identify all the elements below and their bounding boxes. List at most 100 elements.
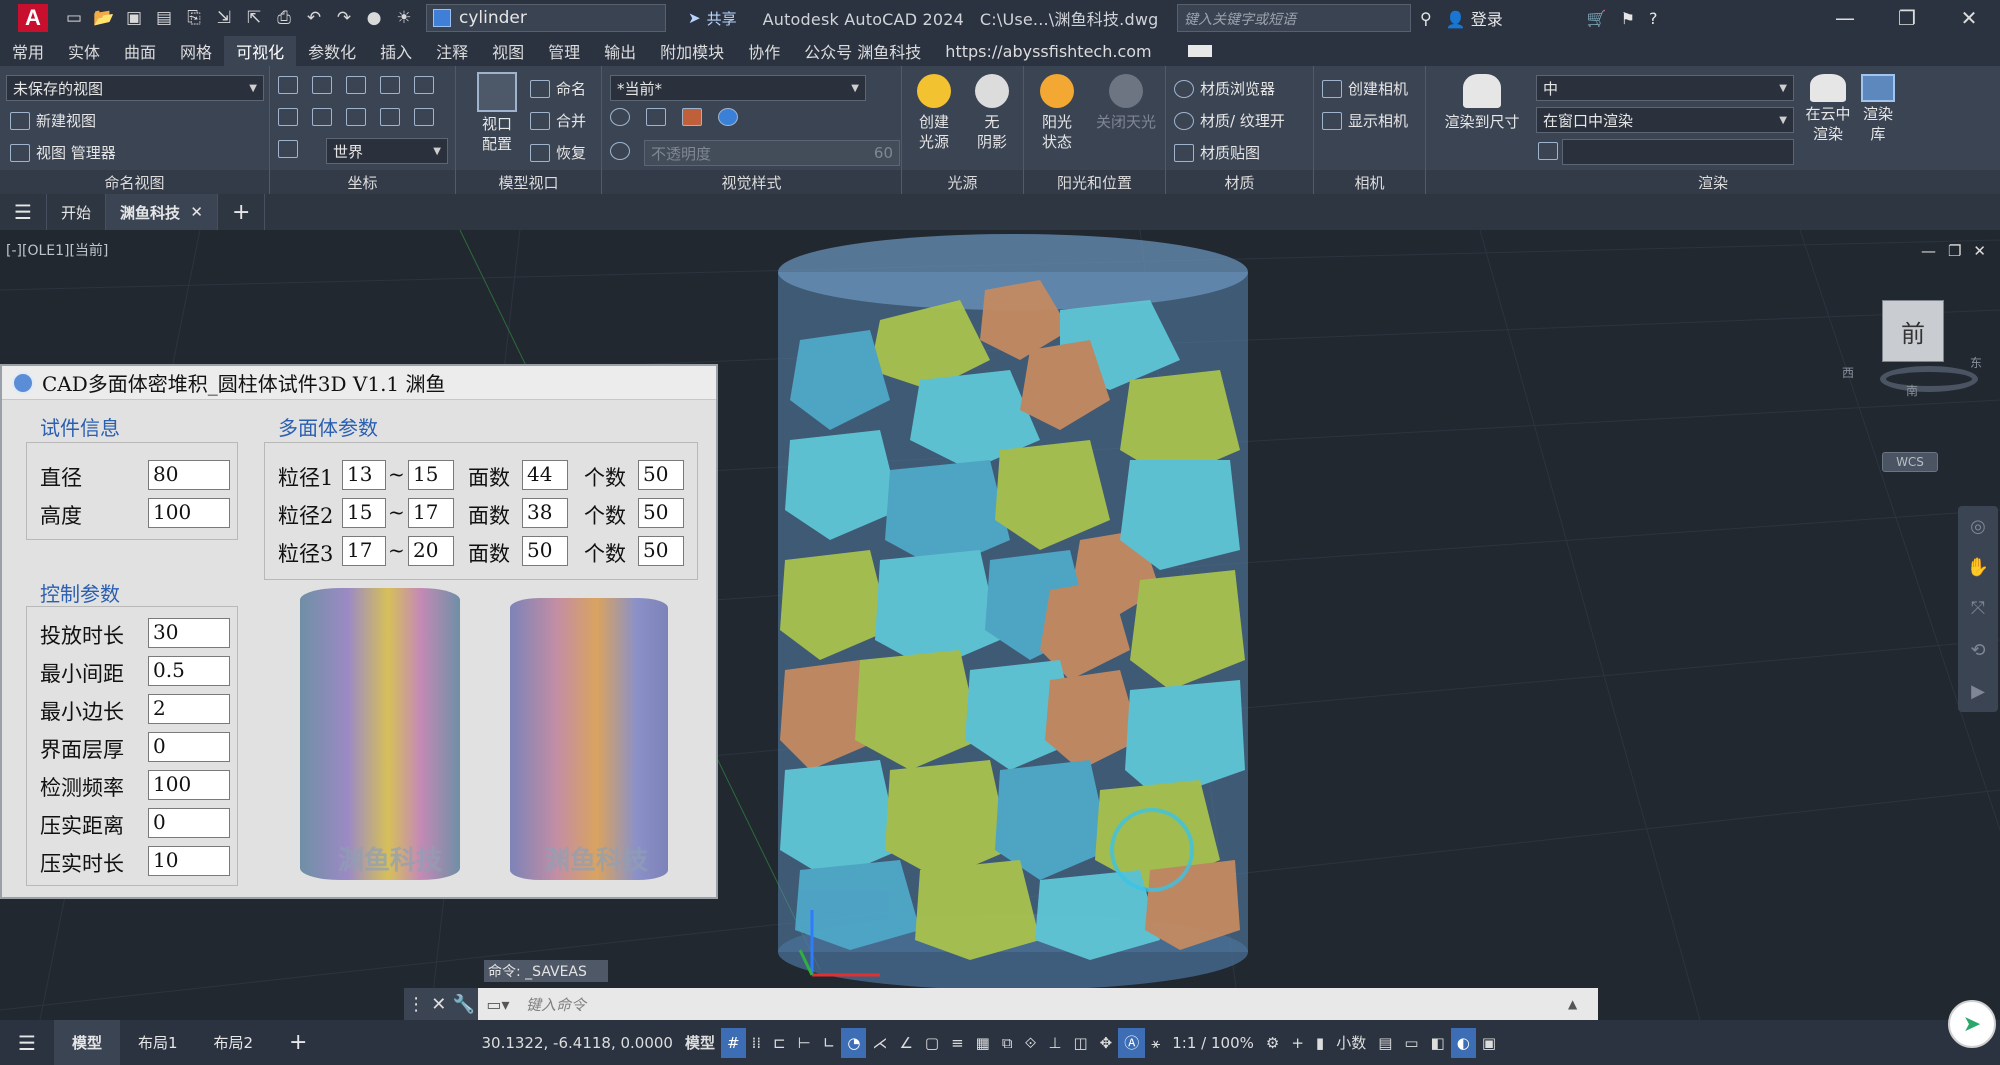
shade-icon[interactable]: [646, 108, 666, 126]
ribbon-tab-10[interactable]: 输出: [592, 36, 648, 66]
render-preset-field[interactable]: [1562, 139, 1794, 165]
viewport-name-button[interactable]: 命名: [530, 78, 586, 99]
ucs-3point-icon[interactable]: [312, 108, 332, 126]
ucs-face-icon[interactable]: [312, 76, 332, 94]
polar-icon[interactable]: ◔: [841, 1027, 867, 1058]
search-input[interactable]: 键入关键字或短语: [1177, 4, 1411, 32]
viewcube[interactable]: 前 西 东 南: [1842, 290, 1982, 398]
cloud-render-button[interactable]: 在云中 渲染: [1800, 74, 1856, 144]
saveas-icon[interactable]: ▤: [152, 7, 176, 29]
material-mapping-button[interactable]: 材质贴图: [1174, 142, 1260, 163]
add-layout-icon[interactable]: +: [271, 1020, 325, 1065]
restore-icon[interactable]: ❐: [1876, 0, 1938, 36]
ucs-y-icon[interactable]: [380, 108, 400, 126]
poly-faces-field-1[interactable]: 44: [522, 460, 568, 490]
render-target-combo[interactable]: 在窗口中渲染 ▼: [1536, 107, 1794, 133]
xray-icon[interactable]: [682, 108, 702, 126]
isolate-icon[interactable]: ◧: [1425, 1028, 1451, 1058]
ribbon-tab-1[interactable]: 实体: [56, 36, 112, 66]
poly-faces-field-2[interactable]: 38: [522, 498, 568, 528]
sun-icon[interactable]: ☀: [392, 7, 416, 29]
control-field-4[interactable]: 0: [148, 732, 230, 762]
web-icon[interactable]: ⎘: [182, 7, 206, 29]
lock-ui-icon[interactable]: ▭: [1398, 1028, 1424, 1058]
visual-style-combo[interactable]: *当前* ▼: [610, 75, 866, 101]
poly-max-field-2[interactable]: 17: [408, 498, 454, 528]
opacity-slider[interactable]: 不透明度 60: [644, 140, 900, 166]
poly-faces-field-3[interactable]: 50: [522, 536, 568, 566]
undo-icon[interactable]: ↶: [302, 7, 326, 29]
steering-wheel-icon[interactable]: ◎: [1970, 516, 1986, 537]
poly-min-field-1[interactable]: 13: [342, 460, 386, 490]
orbit-icon[interactable]: ⟲: [1970, 640, 1985, 661]
selection-filter-icon[interactable]: ◫: [1067, 1028, 1093, 1058]
viewcube-east[interactable]: 东: [1970, 354, 1982, 371]
control-field-3[interactable]: 2: [148, 694, 230, 724]
save-icon[interactable]: ▣: [122, 7, 146, 29]
close-tab-icon[interactable]: ✕: [190, 203, 203, 221]
viewport-restore-icon[interactable]: ❐: [1948, 242, 1961, 260]
view-manager-button[interactable]: 视图 管理器: [10, 142, 116, 163]
dynamic-input-icon[interactable]: ⊢: [792, 1028, 817, 1058]
ribbon-tab-5[interactable]: 参数化: [296, 36, 368, 66]
poly-max-field-1[interactable]: 15: [408, 460, 454, 490]
osnap-tracking-icon[interactable]: ∠: [893, 1028, 918, 1058]
3d-osnap-icon[interactable]: ⟐: [1019, 1028, 1043, 1058]
annotation-visibility-icon[interactable]: Ⓐ: [1118, 1027, 1146, 1058]
ribbon-tab-11[interactable]: 附加模块: [648, 36, 736, 66]
ucs-origin-icon[interactable]: [414, 76, 434, 94]
viewport-restore-button[interactable]: 恢复: [530, 142, 586, 163]
render-library-button[interactable]: 渲染 库: [1856, 74, 1900, 144]
edge-icon[interactable]: [610, 108, 630, 126]
ribbon-tab-13[interactable]: 公众号 渊鱼科技: [792, 36, 933, 66]
tab-layout1[interactable]: 布局1: [120, 1020, 196, 1065]
control-field-2[interactable]: 0.5: [148, 656, 230, 686]
poly-min-field-3[interactable]: 17: [342, 536, 386, 566]
ribbon-tab-6[interactable]: 插入: [368, 36, 424, 66]
viewport-config-button[interactable]: 视口 配置: [462, 72, 532, 154]
ribbon-tab-0[interactable]: 常用: [0, 36, 56, 66]
menu-icon[interactable]: ☰: [0, 194, 47, 230]
autodesk-icon[interactable]: ⚑: [1621, 9, 1635, 28]
close-icon[interactable]: ✕: [1938, 0, 2000, 36]
snap-icon[interactable]: ⁞⁞: [746, 1028, 768, 1058]
transparency-icon[interactable]: ▦: [970, 1028, 996, 1058]
cart-icon[interactable]: 🛒: [1587, 9, 1607, 28]
new-view-button[interactable]: 新建视图: [10, 110, 96, 131]
viewcube-west[interactable]: 西: [1842, 364, 1854, 381]
open-icon[interactable]: 📂: [92, 7, 116, 29]
lineweight-icon[interactable]: ≡: [945, 1028, 970, 1058]
tab-start[interactable]: 开始: [47, 194, 106, 230]
viewcube-south[interactable]: 南: [1906, 382, 1918, 399]
sky-off-button[interactable]: 关闭天光: [1088, 74, 1164, 132]
ribbon-tab-14[interactable]: https://abyssfishtech.com: [933, 36, 1163, 66]
command-line[interactable]: ▭▾ 键入命令 ▲: [478, 988, 1598, 1020]
show-camera-button[interactable]: 显示相机: [1322, 110, 1408, 131]
grid-icon[interactable]: #: [720, 1027, 746, 1058]
viewport-label[interactable]: [-][OLE1][当前]: [6, 240, 108, 260]
ucs-combo[interactable]: 世界 ▼: [326, 138, 448, 164]
zoom-icon[interactable]: ⤧: [1971, 598, 1985, 619]
import-icon[interactable]: ⇲: [212, 7, 236, 29]
infer-icon[interactable]: ⊏: [767, 1028, 792, 1058]
ribbon-tab-2[interactable]: 曲面: [112, 36, 168, 66]
help-icon[interactable]: ?: [1649, 9, 1658, 28]
hardware-accel-icon[interactable]: ◐: [1450, 1027, 1476, 1058]
height-field[interactable]: 100: [148, 498, 230, 528]
visual-effects-icon[interactable]: [718, 108, 738, 126]
minimize-icon[interactable]: —: [1814, 0, 1876, 36]
print-icon[interactable]: ⎙: [272, 7, 296, 29]
control-field-6[interactable]: 0: [148, 808, 230, 838]
coordinates-readout[interactable]: 30.1322, -6.4118, 0.0000: [475, 1028, 678, 1058]
share-button[interactable]: ➤ 共享: [688, 8, 737, 29]
clean-screen-icon[interactable]: ▣: [1476, 1028, 1502, 1058]
autocad-logo[interactable]: A: [18, 4, 48, 32]
viewport-minimize-icon[interactable]: —: [1921, 242, 1936, 260]
search-icon[interactable]: ⚲: [1420, 9, 1432, 28]
control-field-1[interactable]: 30: [148, 618, 230, 648]
create-light-button[interactable]: 创建 光源: [906, 74, 962, 152]
wrench-icon[interactable]: 🔧: [452, 994, 474, 1015]
isodraft-icon[interactable]: ⋌: [866, 1028, 893, 1058]
ribbon-tab-7[interactable]: 注释: [424, 36, 480, 66]
diameter-field[interactable]: 80: [148, 460, 230, 490]
